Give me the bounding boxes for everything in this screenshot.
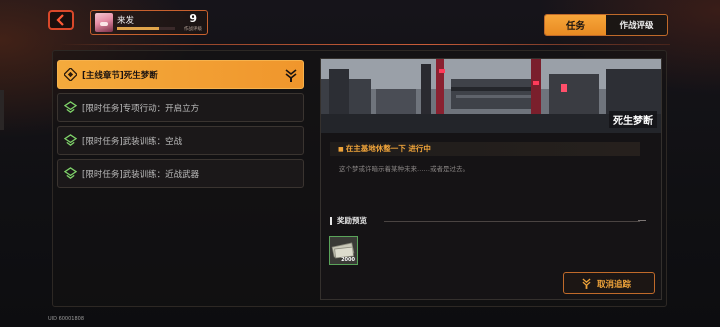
task-item-air-combat[interactable]: [限时任务]武装训练：空战 bbox=[57, 126, 304, 155]
reward-count: 2000 bbox=[341, 257, 355, 263]
task-label: [主线章节]死生梦断 bbox=[82, 71, 158, 81]
limited-task-icon bbox=[64, 134, 77, 146]
player-name: 来发 bbox=[117, 16, 135, 26]
task-description: 这个梦或许暗示着某种未来……或者是过去。 bbox=[339, 165, 469, 173]
cancel-tracking-label: 取消追踪 bbox=[597, 280, 632, 290]
objective-text: 在主基地休整一下 进行中 bbox=[338, 143, 431, 154]
rewards-header: 奖励预览 bbox=[330, 217, 367, 225]
task-label: [限时任务]武装训练：空战 bbox=[82, 137, 183, 147]
tracking-marker-icon bbox=[582, 278, 591, 289]
back-button[interactable] bbox=[48, 10, 74, 30]
cancel-tracking-button[interactable]: 取消追踪 bbox=[563, 272, 655, 294]
player-level: 9 bbox=[189, 12, 197, 25]
reward-item[interactable]: 2000 bbox=[329, 236, 358, 265]
tracking-marker-icon bbox=[285, 69, 297, 82]
left-edge-decoration bbox=[0, 90, 4, 130]
tab-combat-rating[interactable]: 作战评级 bbox=[606, 15, 667, 35]
player-card[interactable]: 来发 9 作战评级 bbox=[90, 10, 208, 35]
main-quest-icon bbox=[64, 68, 77, 81]
header-divider bbox=[60, 44, 670, 45]
tab-tasks[interactable]: 任务 bbox=[545, 15, 606, 35]
objective-bar: 在主基地休整一下 进行中 bbox=[330, 142, 640, 156]
limited-task-icon bbox=[64, 167, 77, 179]
task-label: [限时任务]武装训练：近战武器 bbox=[82, 170, 200, 180]
task-item-melee-weapon[interactable]: [限时任务]武装训练：近战武器 bbox=[57, 159, 304, 188]
task-item-cube-operation[interactable]: [限时任务]专项行动：开启立方 bbox=[57, 93, 304, 122]
banner-title: 死生梦断 bbox=[609, 111, 657, 128]
tab-bar: 任务 作战评级 bbox=[544, 14, 668, 36]
level-caption: 作战评级 bbox=[184, 27, 202, 32]
uid-label: UID 60001808 bbox=[48, 316, 85, 322]
rewards-divider bbox=[384, 221, 640, 222]
task-item-main-chapter[interactable]: [主线章节]死生梦断 bbox=[57, 60, 304, 89]
task-banner-image: 死生梦断 bbox=[321, 59, 661, 133]
exp-bar bbox=[117, 27, 175, 30]
limited-task-icon bbox=[64, 101, 77, 113]
task-detail-panel: 死生梦断 bbox=[320, 58, 662, 300]
task-label: [限时任务]专项行动：开启立方 bbox=[82, 104, 200, 114]
chevron-left-icon bbox=[56, 14, 64, 26]
avatar bbox=[95, 13, 113, 32]
exp-bar-fill bbox=[117, 27, 159, 30]
rewards-divider-end bbox=[638, 220, 646, 221]
